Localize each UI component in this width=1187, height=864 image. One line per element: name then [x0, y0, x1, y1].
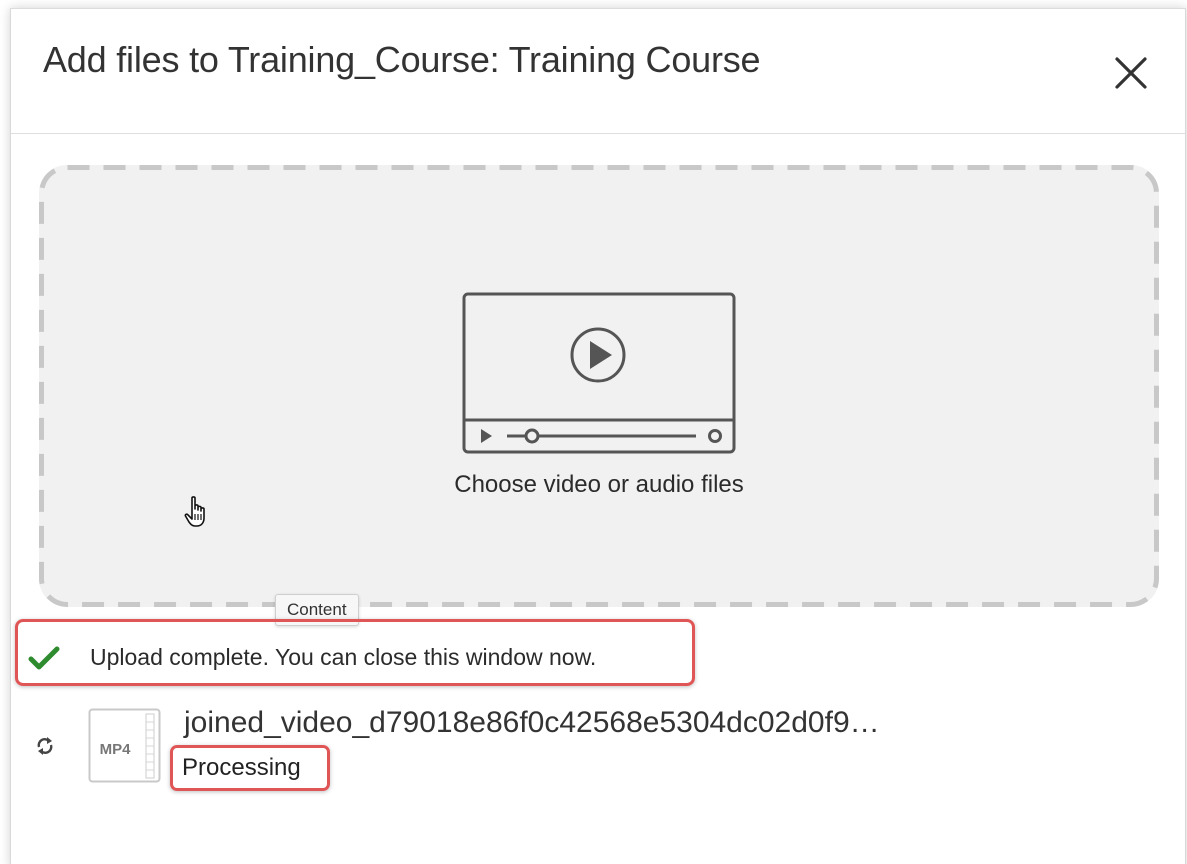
mp4-file-icon: MP4 — [88, 708, 161, 783]
file-status: Processing — [182, 754, 301, 781]
close-button[interactable] — [1109, 51, 1153, 95]
refresh-icon — [37, 737, 53, 755]
file-dropzone[interactable]: Choose video or audio files Content — [39, 165, 1159, 626]
file-type-label: MP4 — [100, 741, 132, 758]
upload-status-text: Upload complete. You can close this wind… — [90, 644, 597, 670]
hand-pointer-icon — [184, 496, 205, 527]
file-name: joined_video_d79018e86f0c42568e5304dc02d… — [184, 706, 880, 739]
modal-header: Add files to Training_Course: Training C… — [11, 9, 1185, 134]
video-player-icon — [462, 292, 736, 454]
modal-title: Add files to Training_Course: Training C… — [43, 39, 761, 80]
close-icon — [1115, 57, 1147, 89]
checkmark-icon — [28, 646, 60, 670]
